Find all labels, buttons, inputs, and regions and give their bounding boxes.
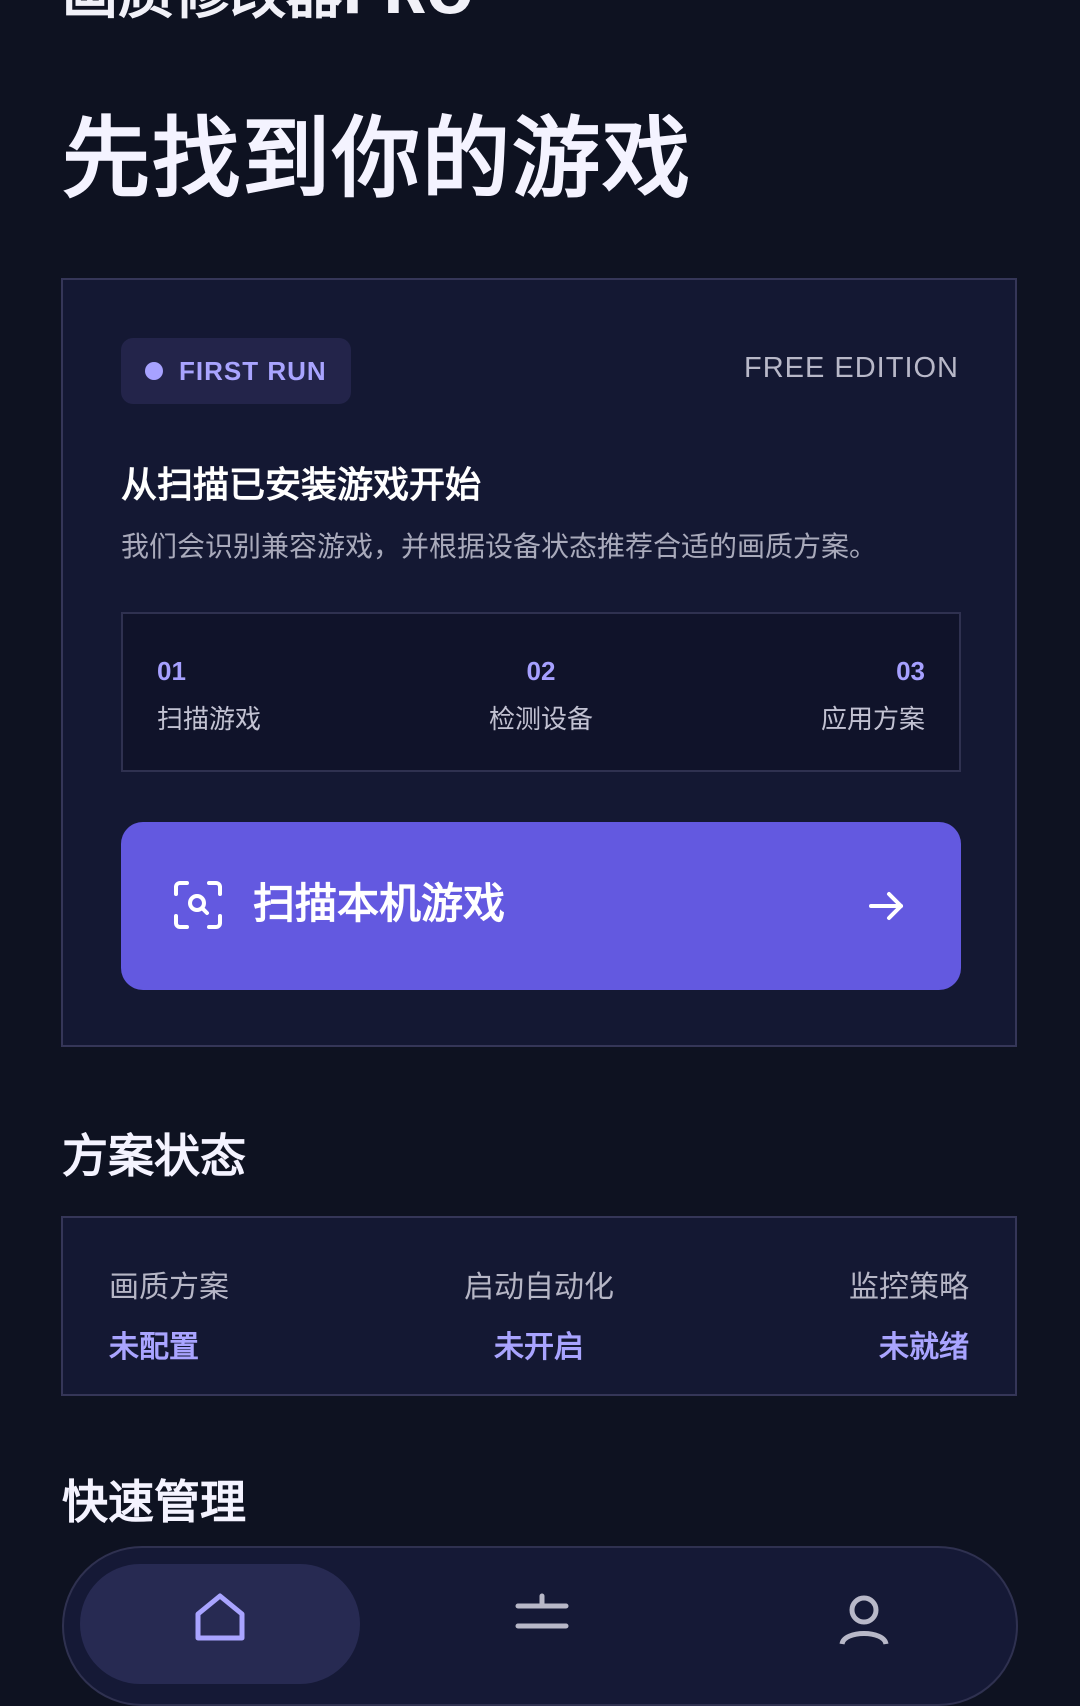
step-label: 检测设备 [488,705,593,735]
first-run-card: FIRST RUN FREE EDITION 从扫描已安装游戏开始 我们会识别兼… [61,278,1017,1047]
steps-panel: 01 扫描游戏 02 检测设备 03 应用方案 [121,612,961,772]
status-label: 监控策略 [849,1270,969,1305]
sliders-icon[interactable] [512,1588,572,1648]
scan-games-button[interactable]: 扫描本机游戏 [121,822,961,990]
user-icon[interactable] [834,1588,894,1648]
status-section-title: 方案状态 [62,1129,246,1183]
card-heading: 从扫描已安装游戏开始 [121,465,482,506]
arrow-right-icon [869,892,903,920]
status-label: 启动自动化 [464,1270,614,1305]
scan-button-label: 扫描本机游戏 [253,879,506,928]
status-value: 未开启 [494,1330,584,1365]
badge-dot-icon [145,362,163,380]
badge-label: FIRST RUN [179,355,327,386]
card-description: 我们会识别兼容游戏，并根据设备状态推荐合适的画质方案。 [121,530,878,563]
step-number: 03 [896,656,925,686]
plan-status-card: 画质方案 未配置 启动自动化 未开启 监控策略 未就绪 [61,1216,1017,1396]
status-value: 未就绪 [879,1330,969,1365]
hero-title: 先找到你的游戏 [62,107,693,210]
first-run-badge: FIRST RUN [121,338,351,404]
bottom-nav [62,1546,1018,1706]
step-number: 02 [526,656,556,686]
scan-search-icon [174,881,222,929]
home-icon[interactable] [190,1586,250,1646]
quick-manage-title: 快速管理 [62,1475,246,1529]
step-label: 应用方案 [820,705,925,735]
edition-label: FREE EDITION [743,352,959,384]
app-title: 画质修改器PRO [62,0,474,30]
status-monitor-policy: 监控策略 未就绪 [849,1262,969,1366]
step-apply-plan: 03 应用方案 [821,656,925,736]
